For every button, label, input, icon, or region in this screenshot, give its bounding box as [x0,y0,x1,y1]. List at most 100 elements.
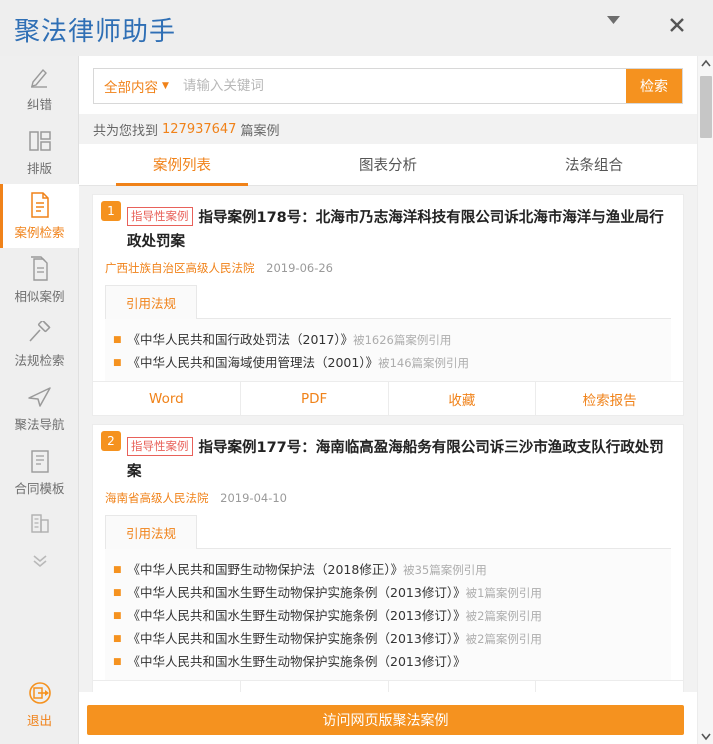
count-suffix: 篇案例 [240,123,280,139]
tab-case-list[interactable]: 案例列表 [79,144,285,186]
close-button[interactable] [668,16,694,42]
guiding-case-tag: 指导性案例 [127,437,193,456]
cited-law-row[interactable]: ■ 《中华人民共和国水生野生动物保护实施条例（2013修订）》 被1篇案例引用 [107,580,669,603]
sidebar-item-label: 退出 [26,713,52,728]
sidebar-item-hetong-moban[interactable]: 合同模板 [0,440,79,504]
search-bar: 全部内容 ▼ 检索 [93,68,683,104]
case-actions: Word PDF 收藏 检索报告 [93,381,683,416]
cited-law-row[interactable]: ■ 《中华人民共和国水生野生动物保护实施条例（2013修订）》 被2篇案例引用 [107,626,669,649]
bullet-icon: ■ [113,588,122,599]
cited-law-row[interactable]: ■ 《中华人民共和国水生野生动物保护实施条例（2013修订）》 被2篇案例引用 [107,603,669,626]
title-bar: 聚法律师助手 [0,0,713,56]
action-word[interactable]: Word [93,382,241,416]
case-actions: Word PDF 收藏 检索报告 [93,680,683,692]
sidebar-item-logout[interactable]: 退出 [0,672,79,736]
case-mini-tabs: 引用法规 [105,285,671,320]
result-count-bar: 共为您找到 127937647 篇案例 [79,114,697,144]
case-title-line: 指导性案例 指导案例178号：北海市乃志海洋科技有限公司诉北海市海洋与渔业局行政处… [105,205,671,253]
action-search-report[interactable]: 检索报告 [536,382,683,415]
sidebar: 纠错 排版 案例检索 相似案例 法规检索 聚法导航 合同模板 退出 [0,56,79,744]
sidebar-item-label: 纠错 [26,97,52,112]
law-name: 《中华人民共和国水生野生动物保护实施条例（2013修订）》 [127,585,466,601]
logout-icon [28,679,52,707]
document-icon [29,191,51,219]
action-search-report[interactable]: 检索报告 [536,681,683,693]
scroll-down-arrow-icon[interactable] [698,728,713,744]
law-citation-count: 被35篇案例引用 [403,563,487,578]
case-title[interactable]: 指导案例178号：北海市乃志海洋科技有限公司诉北海市海洋与渔业局行政处罚案 [127,210,664,250]
pencil-icon [28,63,52,91]
case-card[interactable]: 1 指导性案例 指导案例178号：北海市乃志海洋科技有限公司诉北海市海洋与渔业局行… [92,194,684,417]
sidebar-item-label: 法规检索 [14,353,65,368]
action-word[interactable]: Word [93,681,241,692]
case-card[interactable]: 2 指导性案例 指导案例177号：海南临高盈海船务有限公司诉三沙市渔政支队行政处罚… [92,424,684,692]
law-citation-count: 被2篇案例引用 [465,609,542,624]
sidebar-expand-button[interactable] [0,542,79,580]
action-favorite[interactable]: 收藏 [389,382,537,416]
search-button[interactable]: 检索 [626,69,682,103]
main-scrollbar[interactable] [697,56,713,744]
law-name: 《中华人民共和国水生野生动物保护实施条例（2013修订）》 [127,608,466,624]
search-input[interactable] [174,69,626,103]
chevron-down-icon [607,16,620,24]
search-scope-label: 全部内容 [104,80,158,96]
case-court: 广西壮族自治区高级人民法院 [105,261,255,276]
chevron-down-icon: ▼ [162,81,169,91]
minimize-button[interactable] [607,16,633,42]
action-pdf[interactable]: PDF [241,382,389,416]
close-icon [670,18,684,32]
sidebar-item-building[interactable] [0,504,79,542]
sidebar-item-jufa-daohang[interactable]: 聚法导航 [0,376,79,440]
mini-tab-cited-laws[interactable]: 引用法规 [105,285,198,320]
law-citation-count: 被1626篇案例引用 [353,333,452,348]
count-number: 127937647 [162,121,237,137]
case-mini-tabs: 引用法规 [105,515,671,550]
results-list: 1 指导性案例 指导案例178号：北海市乃志海洋科技有限公司诉北海市海洋与渔业局行… [79,186,697,692]
sidebar-item-fagui-jiansuo[interactable]: 法规检索 [0,312,79,376]
bullet-icon: ■ [113,657,122,668]
case-meta: 广西壮族自治区高级人民法院 2019-06-26 [105,253,671,285]
visit-web-version-button[interactable]: 访问网页版聚法案例 [87,705,684,735]
bullet-icon: ■ [113,611,122,622]
law-name: 《中华人民共和国行政处罚法（2017）》 [127,332,354,348]
cited-laws-list: ■ 《中华人民共和国野生动物保护法（2018修正）》 被35篇案例引用 ■ 《中… [105,549,671,681]
scroll-up-arrow-icon[interactable] [698,56,713,72]
main-tabs: 案例列表 图表分析 法条组合 [79,144,697,186]
law-citation-count: 被2篇案例引用 [465,632,542,647]
bullet-icon: ■ [113,565,122,576]
search-scope-dropdown[interactable]: 全部内容 ▼ [94,69,175,103]
contract-icon [29,447,51,475]
cited-law-row[interactable]: ■ 《中华人民共和国野生动物保护法（2018修正）》 被35篇案例引用 [107,557,669,580]
case-title[interactable]: 指导案例177号：海南临高盈海船务有限公司诉三沙市渔政支队行政处罚案 [127,440,664,480]
bullet-icon: ■ [113,634,122,645]
chevron-double-down-icon [30,553,50,569]
law-name: 《中华人民共和国野生动物保护法（2018修正）》 [127,562,404,578]
sidebar-item-label: 相似案例 [14,289,65,304]
cited-law-row[interactable]: ■ 《中华人民共和国海域使用管理法（2001）》 被146篇案例引用 [107,350,669,373]
mini-tab-cited-laws[interactable]: 引用法规 [105,515,198,550]
application-window: 聚法律师助手 纠错 排版 案例检索 相似案例 法规检索 聚法导航 合同模板 退出… [0,0,713,744]
gavel-icon [27,319,53,347]
case-date: 2019-04-10 [220,491,287,506]
tab-chart-analysis[interactable]: 图表分析 [285,144,491,185]
sidebar-item-paiban[interactable]: 排版 [0,120,79,184]
tab-statute-combination[interactable]: 法条组合 [491,144,697,185]
scrollbar-thumb[interactable] [700,76,712,138]
sidebar-item-label: 聚法导航 [14,417,65,432]
sidebar-item-label: 案例检索 [14,225,65,240]
law-name: 《中华人民共和国水生野生动物保护实施条例（2013修订）》 [127,631,466,647]
sidebar-item-xiangsi-anli[interactable]: 相似案例 [0,248,79,312]
case-title-line: 指导性案例 指导案例177号：海南临高盈海船务有限公司诉三沙市渔政支队行政处罚案 [105,435,671,483]
action-pdf[interactable]: PDF [241,681,389,692]
search-area: 全部内容 ▼ 检索 [79,56,697,114]
cited-law-row[interactable]: ■ 《中华人民共和国行政处罚法（2017）》 被1626篇案例引用 [107,327,669,350]
building-icon [28,509,52,537]
sidebar-item-label: 合同模板 [14,481,65,496]
sidebar-item-anli-jiansuo[interactable]: 案例检索 [0,184,79,248]
case-court: 海南省高级人民法院 [105,491,209,506]
sidebar-item-jiucuo[interactable]: 纠错 [0,56,79,120]
main-panel: 全部内容 ▼ 检索 共为您找到 127937647 篇案例 案例列表 图表分析 … [79,56,697,744]
cited-law-row[interactable]: ■ 《中华人民共和国水生野生动物保护实施条例（2013修订）》 [107,649,669,672]
action-favorite[interactable]: 收藏 [389,681,537,692]
count-prefix: 共为您找到 [93,123,159,139]
